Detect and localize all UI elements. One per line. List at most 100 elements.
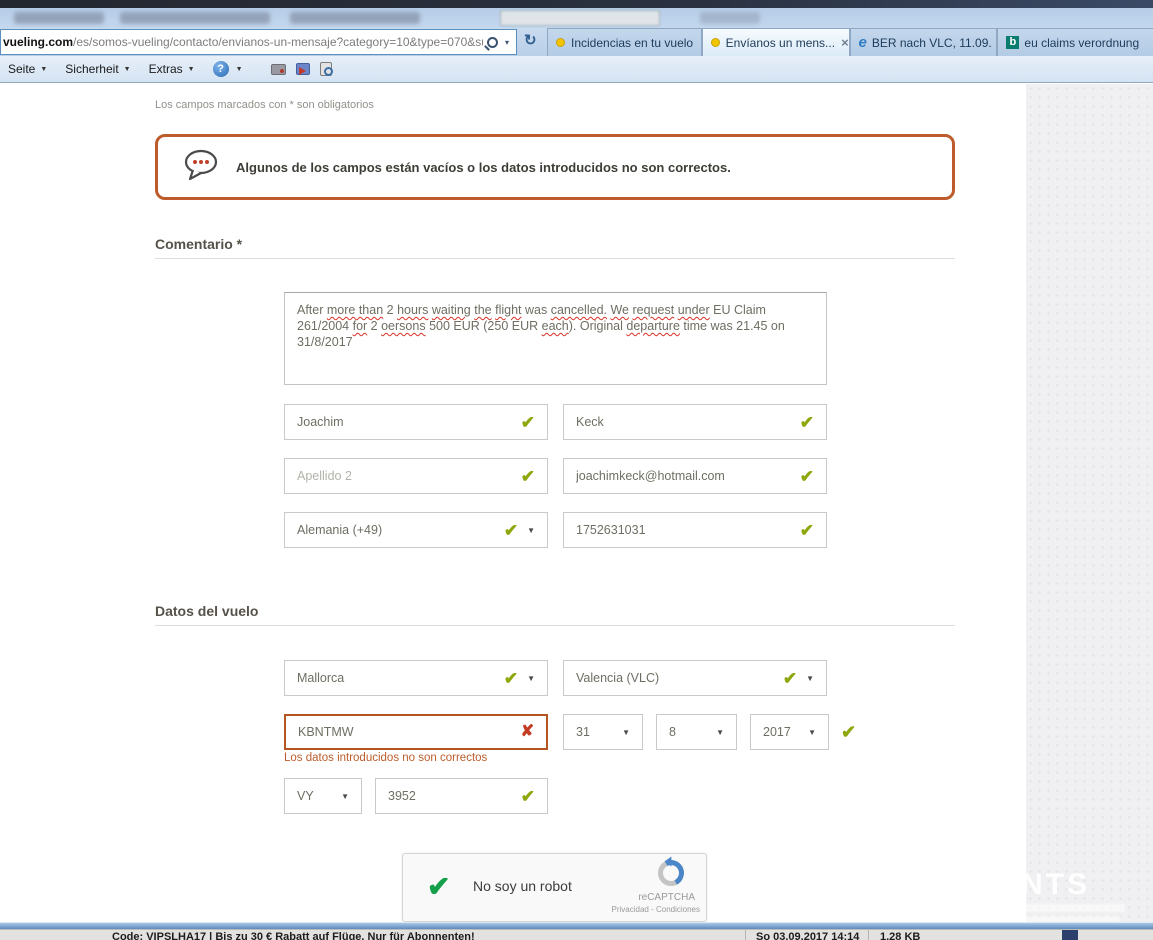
column-divider [868,930,869,940]
tab-label: eu claims verordnung [1024,36,1139,50]
watermark-text: AINTS [985,868,1090,902]
email-subject: Code: VIPSLHA17 | Bis zu 30 € Rabatt auf… [112,931,475,940]
country-code-select[interactable]: Alemania (+49) ✔ ▼ [284,512,548,548]
email-field[interactable]: joachimkeck@hotmail.com ✔ [563,458,827,494]
send-page-icon[interactable] [296,63,310,75]
url-dropdown-caret-icon[interactable]: ▾ [505,38,509,47]
tab-label: Incidencias en tu vuelo [571,36,693,50]
month-select[interactable]: 8 ▼ [656,714,737,750]
chevron-down-icon: ▼ [527,674,535,683]
tab-ber-vlc[interactable]: e BER nach VLC, 11.09. [850,28,998,56]
recaptcha-brand: reCAPTCHA [638,892,695,903]
origin-select[interactable]: Mallorca ✔ ▼ [284,660,548,696]
blurred-title-text [14,12,104,24]
url-domain: vueling.com [3,35,73,49]
flight-number-field[interactable]: 3952 ✔ [375,778,548,814]
airline-code-select[interactable]: VY ▼ [284,778,362,814]
valid-check-icon: ✔ [800,522,814,539]
watermark-subline [990,904,1125,912]
blurred-title-text [700,12,760,24]
valid-check-icon: ✔ [521,788,535,805]
recaptcha-label: No soy un robot [473,878,572,894]
tab-eu-claims[interactable]: b eu claims verordnung [997,28,1153,56]
blurred-search-box [500,10,660,26]
print-icon[interactable] [271,64,286,75]
menu-extras[interactable]: Extras ▼ [149,62,195,76]
search-icon[interactable] [487,37,498,48]
valid-check-icon: ✔ [521,414,535,431]
window-titlebar [0,8,1153,28]
chevron-down-icon: ▼ [188,66,195,73]
window-bottom-edge [0,922,1153,929]
chevron-down-icon: ▼ [341,792,349,801]
recaptcha-widget: ✔ No soy un robot reCAPTCHA Privacidad -… [402,853,707,922]
section-divider [155,625,955,626]
blurred-title-text [120,12,270,24]
tab-label: Envíanos un mens... [726,36,835,50]
column-divider [745,930,746,940]
chevron-down-icon: ▼ [808,728,816,737]
last-name2-field[interactable]: Apellido 2 ✔ [284,458,548,494]
comment-section-heading: Comentario * [155,236,242,252]
chevron-down-icon: ▼ [716,728,724,737]
command-bar: Seite ▼ Sicherheit ▼ Extras ▼ ? ▼ [0,56,1153,83]
browser-window: vueling.com /es/somos-vueling/contacto/e… [0,0,1153,940]
chevron-down-icon: ▼ [40,66,47,73]
page-content: Los campos marcados con * son obligatori… [0,84,1153,922]
refresh-icon[interactable]: ↻ [524,31,537,49]
taskbar-fragment [1062,930,1078,940]
first-name-field[interactable]: Joachim ✔ [284,404,548,440]
ie-favicon-icon: e [859,34,867,51]
vueling-favicon-icon [711,38,720,47]
valid-check-icon: ✔ [504,670,518,687]
address-bar[interactable]: vueling.com /es/somos-vueling/contacto/e… [0,29,517,55]
url-path: /es/somos-vueling/contacto/envianos-un-m… [73,35,483,49]
address-tab-row: vueling.com /es/somos-vueling/contacto/e… [0,28,1153,56]
phone-field[interactable]: 1752631031 ✔ [563,512,827,548]
flight-section-heading: Datos del vuelo [155,603,258,619]
tab-label: BER nach VLC, 11.09. [872,36,992,50]
section-divider [155,258,955,259]
valid-check-icon: ✔ [521,468,535,485]
background-email-row[interactable]: Code: VIPSLHA17 | Bis zu 30 € Rabatt auf… [0,929,1153,940]
valid-check-icon: ✔ [783,670,797,687]
valid-check-icon: ✔ [800,414,814,431]
recaptcha-check-icon[interactable]: ✔ [427,870,450,903]
tab-envianos-active[interactable]: Envíanos un mens... × [702,28,850,56]
booking-code-field[interactable]: KBNTMW ✘ [284,714,548,750]
chevron-down-icon: ▼ [236,66,243,73]
tab-incidencias[interactable]: Incidencias en tu vuelo [547,28,702,56]
menu-help[interactable]: ? ▼ [213,61,243,77]
page-background-strip [1026,84,1153,922]
recaptcha-privacy-links[interactable]: Privacidad - Condiciones [612,905,701,914]
email-size: 1,28 KB [880,931,920,940]
tab-close-icon[interactable]: × [835,35,849,50]
date-valid-check-icon: ✔ [841,722,856,743]
comment-textarea[interactable]: After more than 2 hours waiting the flig… [284,292,827,385]
clipboard-search-icon[interactable] [320,62,332,76]
chevron-down-icon: ▼ [527,526,535,535]
tab-bar: Incidencias en tu vuelo Envíanos un mens… [547,28,1153,56]
last-name-field[interactable]: Keck ✔ [563,404,827,440]
chevron-down-icon: ▼ [124,66,131,73]
valid-check-icon: ✔ [800,468,814,485]
window-top-edge [0,0,1153,8]
speech-bubble-icon [182,148,220,187]
bing-favicon-icon: b [1006,36,1019,49]
recaptcha-logo-icon [655,857,688,890]
blurred-title-text [290,12,420,24]
booking-code-error: Los datos introducidos no son correctos [284,752,487,764]
menu-seite[interactable]: Seite ▼ [8,62,47,76]
help-icon: ? [213,61,229,77]
required-fields-note: Los campos marcados con * son obligatori… [155,99,374,111]
email-date: So 03.09.2017 14:14 [756,931,859,940]
day-select[interactable]: 31 ▼ [563,714,643,750]
destination-select[interactable]: Valencia (VLC) ✔ ▼ [563,660,827,696]
alert-message: Algunos de los campos están vacíos o los… [236,160,731,175]
menu-sicherheit[interactable]: Sicherheit ▼ [65,62,130,76]
invalid-cross-icon: ✘ [521,724,534,740]
valid-check-icon: ✔ [504,522,518,539]
year-select[interactable]: 2017 ▼ [750,714,829,750]
validation-alert: Algunos de los campos están vacíos o los… [155,134,955,200]
vueling-favicon-icon [556,38,565,47]
